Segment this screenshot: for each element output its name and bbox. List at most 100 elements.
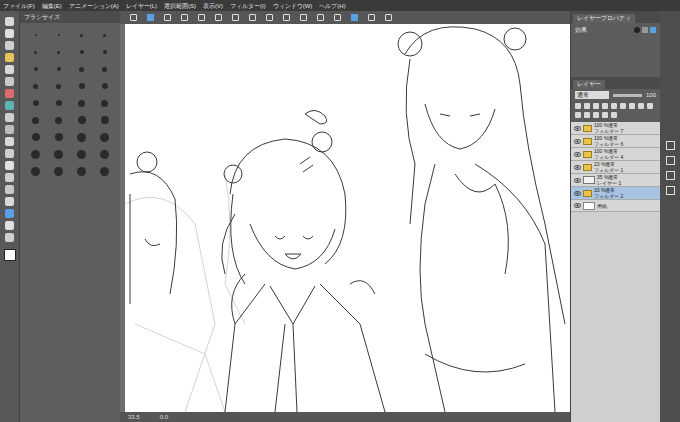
tool-icon[interactable] (5, 101, 14, 110)
tool-icon[interactable] (5, 77, 14, 86)
layer-row[interactable]: 35 %通常レイヤー 1 (571, 174, 660, 187)
brush-size-cell[interactable] (95, 97, 114, 109)
tool-icon[interactable] (5, 221, 14, 230)
tool-icon[interactable] (5, 137, 14, 146)
tool-icon[interactable] (5, 125, 14, 134)
command-icon[interactable] (351, 14, 358, 21)
layer-action-icon[interactable] (638, 103, 644, 109)
panel-toggle-icon[interactable] (666, 186, 675, 195)
menu-item[interactable]: 編集(E) (42, 2, 62, 10)
command-icon[interactable] (334, 14, 341, 21)
brush-size-cell[interactable] (95, 148, 114, 160)
brush-size-cell[interactable] (72, 29, 91, 41)
menu-item[interactable]: ファイル(F) (3, 2, 35, 10)
tool-icon[interactable] (5, 209, 14, 218)
brush-size-cell[interactable] (26, 46, 45, 58)
panel-toggle-icon[interactable] (666, 171, 675, 180)
command-icon[interactable] (266, 14, 273, 21)
layer-action-icon[interactable] (620, 103, 626, 109)
canvas[interactable] (125, 24, 570, 412)
brush-size-cell[interactable] (49, 46, 68, 58)
zoom-readout[interactable]: 33.5 (128, 413, 140, 421)
brush-size-cell[interactable] (72, 46, 91, 58)
layer-action-icon[interactable] (611, 103, 617, 109)
layer-row[interactable]: 100 %通常フォルダー 4 (571, 148, 660, 161)
layer-row[interactable]: 100 %通常フォルダー 7 (571, 122, 660, 135)
menu-item[interactable]: アニメーション(A) (69, 2, 119, 10)
effect-color-icon[interactable] (650, 27, 656, 33)
visibility-eye-icon[interactable] (573, 137, 581, 145)
command-icon[interactable] (215, 14, 222, 21)
brush-size-cell[interactable] (26, 29, 45, 41)
panel-toggle-icon[interactable] (666, 156, 675, 165)
layer-row[interactable]: 33 %通常フォルダー 2 (571, 187, 660, 200)
command-icon[interactable] (181, 14, 188, 21)
tool-icon[interactable] (5, 185, 14, 194)
visibility-eye-icon[interactable] (573, 202, 581, 210)
visibility-eye-icon[interactable] (573, 150, 581, 158)
brush-size-cell[interactable] (49, 80, 68, 92)
brush-size-cell[interactable] (95, 80, 114, 92)
layer-action-icon[interactable] (602, 103, 608, 109)
brush-size-cell[interactable] (26, 131, 45, 143)
brush-size-cell[interactable] (49, 97, 68, 109)
command-icon[interactable] (283, 14, 290, 21)
layer-row[interactable]: 100 %通常フォルダー 6 (571, 135, 660, 148)
brush-size-cell[interactable] (26, 165, 45, 177)
effect-border-icon[interactable] (634, 27, 640, 33)
command-icon[interactable] (232, 14, 239, 21)
layer-action-icon[interactable] (602, 112, 608, 118)
command-icon[interactable] (385, 14, 392, 21)
panel-toggle-icon[interactable] (666, 141, 675, 150)
brush-size-cell[interactable] (72, 80, 91, 92)
brush-size-cell[interactable] (26, 63, 45, 75)
brush-size-cell[interactable] (95, 29, 114, 41)
menu-item[interactable]: レイヤー(L) (126, 2, 157, 10)
layer-action-icon[interactable] (647, 103, 653, 109)
tool-icon[interactable] (5, 197, 14, 206)
brush-size-cell[interactable] (49, 165, 68, 177)
menu-item[interactable]: ウィンドウ(W) (273, 2, 313, 10)
layer-tab[interactable]: レイヤー (573, 80, 605, 89)
brush-size-cell[interactable] (72, 114, 91, 126)
layer-action-icon[interactable] (611, 112, 617, 118)
command-icon[interactable] (249, 14, 256, 21)
layer-row[interactable]: 用紙 (571, 200, 660, 212)
command-icon[interactable] (147, 14, 154, 21)
tool-icon[interactable] (5, 233, 14, 242)
brush-size-cell[interactable] (26, 148, 45, 160)
tool-icon[interactable] (5, 53, 14, 62)
tool-icon[interactable] (5, 149, 14, 158)
menu-item[interactable]: 選択範囲(S) (164, 2, 196, 10)
visibility-eye-icon[interactable] (573, 189, 581, 197)
brush-size-cell[interactable] (49, 131, 68, 143)
brush-size-cell[interactable] (72, 97, 91, 109)
effect-tone-icon[interactable] (642, 27, 648, 33)
tool-icon[interactable] (5, 89, 14, 98)
brush-size-cell[interactable] (72, 148, 91, 160)
visibility-eye-icon[interactable] (573, 163, 581, 171)
brush-size-cell[interactable] (49, 148, 68, 160)
brush-size-cell[interactable] (95, 165, 114, 177)
opacity-value[interactable]: 100 (646, 91, 656, 99)
tool-icon[interactable] (5, 173, 14, 182)
menu-item[interactable]: ヘルプ(H) (319, 2, 345, 10)
brush-size-cell[interactable] (72, 63, 91, 75)
tool-icon[interactable] (5, 17, 14, 26)
brush-size-cell[interactable] (26, 97, 45, 109)
brush-size-cell[interactable] (49, 29, 68, 41)
brush-size-cell[interactable] (26, 80, 45, 92)
menu-item[interactable]: 表示(V) (203, 2, 223, 10)
tool-icon[interactable] (5, 161, 14, 170)
color-swatch-icon[interactable] (4, 249, 16, 261)
tool-icon[interactable] (5, 29, 14, 38)
command-icon[interactable] (198, 14, 205, 21)
opacity-slider[interactable] (613, 94, 642, 97)
tool-icon[interactable] (5, 113, 14, 122)
layer-action-icon[interactable] (584, 103, 590, 109)
command-icon[interactable] (317, 14, 324, 21)
layer-action-icon[interactable] (629, 103, 635, 109)
layer-row[interactable]: 23 %通常フォルダー 1 (571, 161, 660, 174)
layer-action-icon[interactable] (593, 103, 599, 109)
command-icon[interactable] (300, 14, 307, 21)
